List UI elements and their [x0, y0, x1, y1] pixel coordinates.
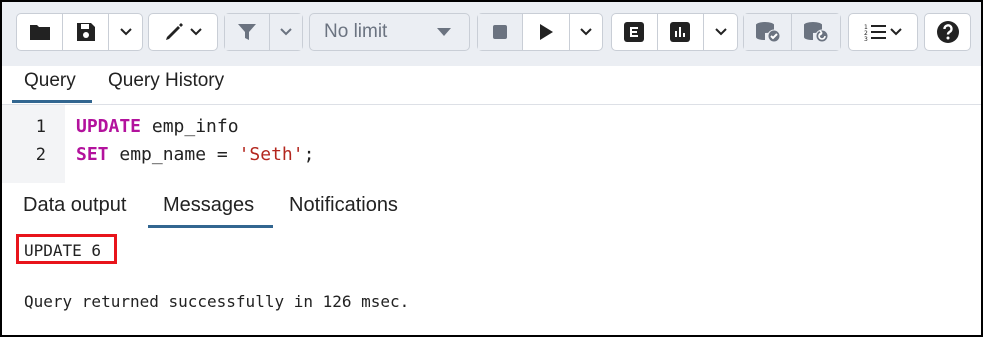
- line-number: 1: [35, 117, 46, 137]
- line-number: 2: [35, 145, 46, 165]
- active-tab-indicator: [148, 225, 273, 228]
- chevron-down-icon: [190, 28, 202, 36]
- explain-options-dropdown[interactable]: [704, 14, 737, 50]
- execute-button[interactable]: [523, 14, 570, 50]
- chevron-down-icon: [714, 28, 727, 36]
- help-button[interactable]: [925, 14, 970, 50]
- row-limit-select[interactable]: No limit: [309, 13, 470, 51]
- line-number-gutter: 1 2: [2, 105, 65, 183]
- help-button-group: [924, 13, 971, 51]
- query-tool-panel: No limit 1 2 3 Query Query History 1 2 U…: [0, 0, 983, 337]
- chevron-down-icon: [119, 28, 132, 36]
- filter-icon: [237, 24, 256, 40]
- sql-keyword: UPDATE: [76, 116, 142, 137]
- database-rollback-icon: [804, 22, 829, 43]
- play-icon: [539, 24, 553, 40]
- explain-button-group: [611, 13, 738, 51]
- execute-options-dropdown[interactable]: [570, 14, 602, 50]
- code-line-2: SET emp_name = 'Seth';: [76, 144, 314, 165]
- messages-panel: UPDATE 6 Query returned successfully in …: [2, 229, 981, 335]
- database-check-icon: [755, 22, 780, 43]
- stop-icon: [493, 25, 508, 39]
- sql-editor[interactable]: 1 2 UPDATE emp_info SET emp_name = 'Seth…: [2, 105, 981, 184]
- filter-options-dropdown[interactable]: [269, 14, 302, 50]
- query-result-message: Query returned successfully in 126 msec.: [24, 292, 410, 311]
- code-line-1: UPDATE emp_info: [76, 116, 239, 137]
- explain-button[interactable]: [612, 14, 658, 50]
- open-file-button[interactable]: [17, 14, 63, 50]
- active-tab-indicator: [12, 100, 92, 103]
- sql-string: 'Seth': [238, 144, 304, 165]
- bar-chart-icon: [670, 22, 691, 42]
- execute-button-group: [477, 13, 603, 51]
- macros-menu-button[interactable]: 123: [849, 14, 917, 50]
- update-status-message: UPDATE 6: [24, 241, 102, 260]
- pencil-icon: [166, 23, 183, 40]
- filter-button-group: [224, 13, 303, 51]
- query-tabs: Query Query History: [2, 66, 981, 105]
- macros-button-group: 123: [848, 13, 918, 51]
- tab-notifications[interactable]: Notifications: [289, 194, 398, 217]
- svg-text:3: 3: [864, 36, 868, 41]
- save-file-button[interactable]: [63, 14, 109, 50]
- chevron-down-icon: [280, 28, 292, 36]
- tab-data-output[interactable]: Data output: [23, 194, 126, 217]
- toolbar: No limit 1 2 3: [2, 2, 981, 66]
- caret-down-icon: [437, 28, 451, 36]
- help-icon: [936, 21, 959, 43]
- stop-button[interactable]: [478, 14, 524, 50]
- commit-button[interactable]: [744, 14, 793, 50]
- sql-text: emp_name =: [108, 144, 239, 165]
- tab-messages[interactable]: Messages: [163, 194, 254, 217]
- file-button-group: [16, 13, 143, 51]
- result-tabs: Data output Messages Notifications: [2, 183, 981, 230]
- chevron-down-icon: [580, 28, 592, 36]
- sql-text: ;: [303, 144, 315, 165]
- save-icon: [76, 23, 95, 41]
- edit-button-group: [148, 13, 218, 51]
- row-limit-value: No limit: [324, 21, 388, 42]
- save-options-dropdown[interactable]: [109, 14, 142, 50]
- rollback-button[interactable]: [792, 14, 840, 50]
- sql-keyword: SET: [76, 144, 109, 165]
- filter-button[interactable]: [225, 14, 270, 50]
- sql-text: emp_info: [141, 116, 239, 137]
- tab-query-history[interactable]: Query History: [108, 70, 224, 92]
- tab-query[interactable]: Query: [24, 70, 76, 92]
- chevron-down-icon: [890, 28, 902, 36]
- edit-menu-button[interactable]: [149, 14, 217, 50]
- explain-analyze-button[interactable]: [658, 14, 705, 50]
- explain-icon: [624, 22, 645, 42]
- list-icon: 123: [864, 24, 886, 41]
- folder-icon: [29, 25, 50, 40]
- transaction-button-group: [743, 13, 841, 51]
